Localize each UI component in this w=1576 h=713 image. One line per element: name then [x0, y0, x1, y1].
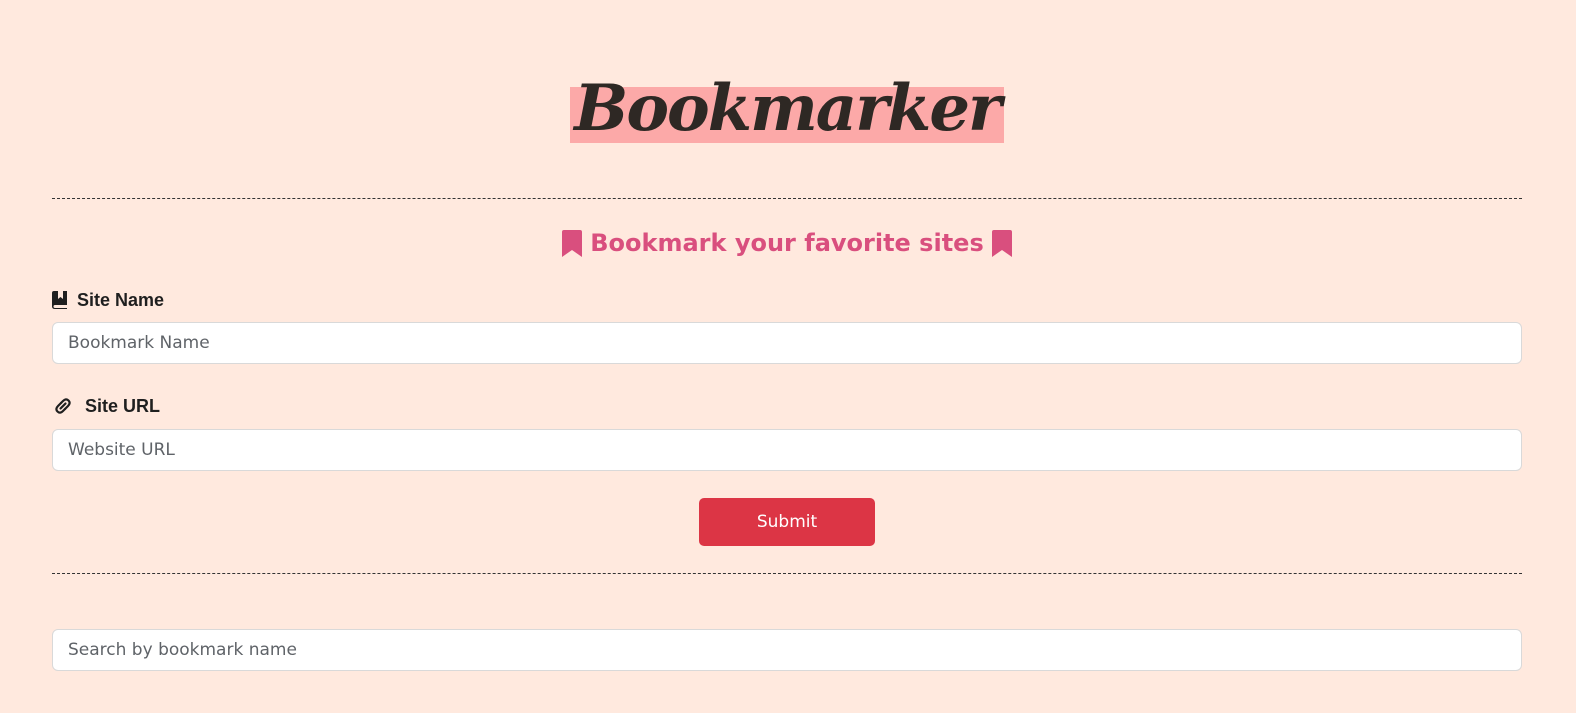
header: Bookmarker [52, 60, 1522, 152]
site-name-label: Site Name [52, 288, 164, 312]
site-url-label: Site URL [52, 394, 160, 418]
book-bookmark-icon [52, 291, 67, 309]
page: Bookmarker Bookmark your favorite sites … [52, 0, 1522, 713]
title-highlight: Bookmarker [570, 71, 1004, 146]
page-title: Bookmarker [574, 71, 1001, 146]
bookmark-icon [991, 229, 1012, 257]
submit-button[interactable]: Submit [699, 498, 875, 546]
site-url-input[interactable] [52, 429, 1522, 471]
form-subtitle-text: Bookmark your favorite sites [590, 229, 984, 257]
divider-top [52, 198, 1522, 199]
divider-bottom [52, 573, 1522, 574]
site-name-label-text: Site Name [77, 289, 165, 310]
search-input[interactable] [52, 629, 1522, 671]
form-subtitle: Bookmark your favorite sites [52, 226, 1522, 260]
bookmark-icon [562, 229, 583, 257]
link-icon [55, 398, 71, 414]
site-url-label-text: Site URL [85, 395, 161, 416]
site-name-input[interactable] [52, 322, 1522, 364]
